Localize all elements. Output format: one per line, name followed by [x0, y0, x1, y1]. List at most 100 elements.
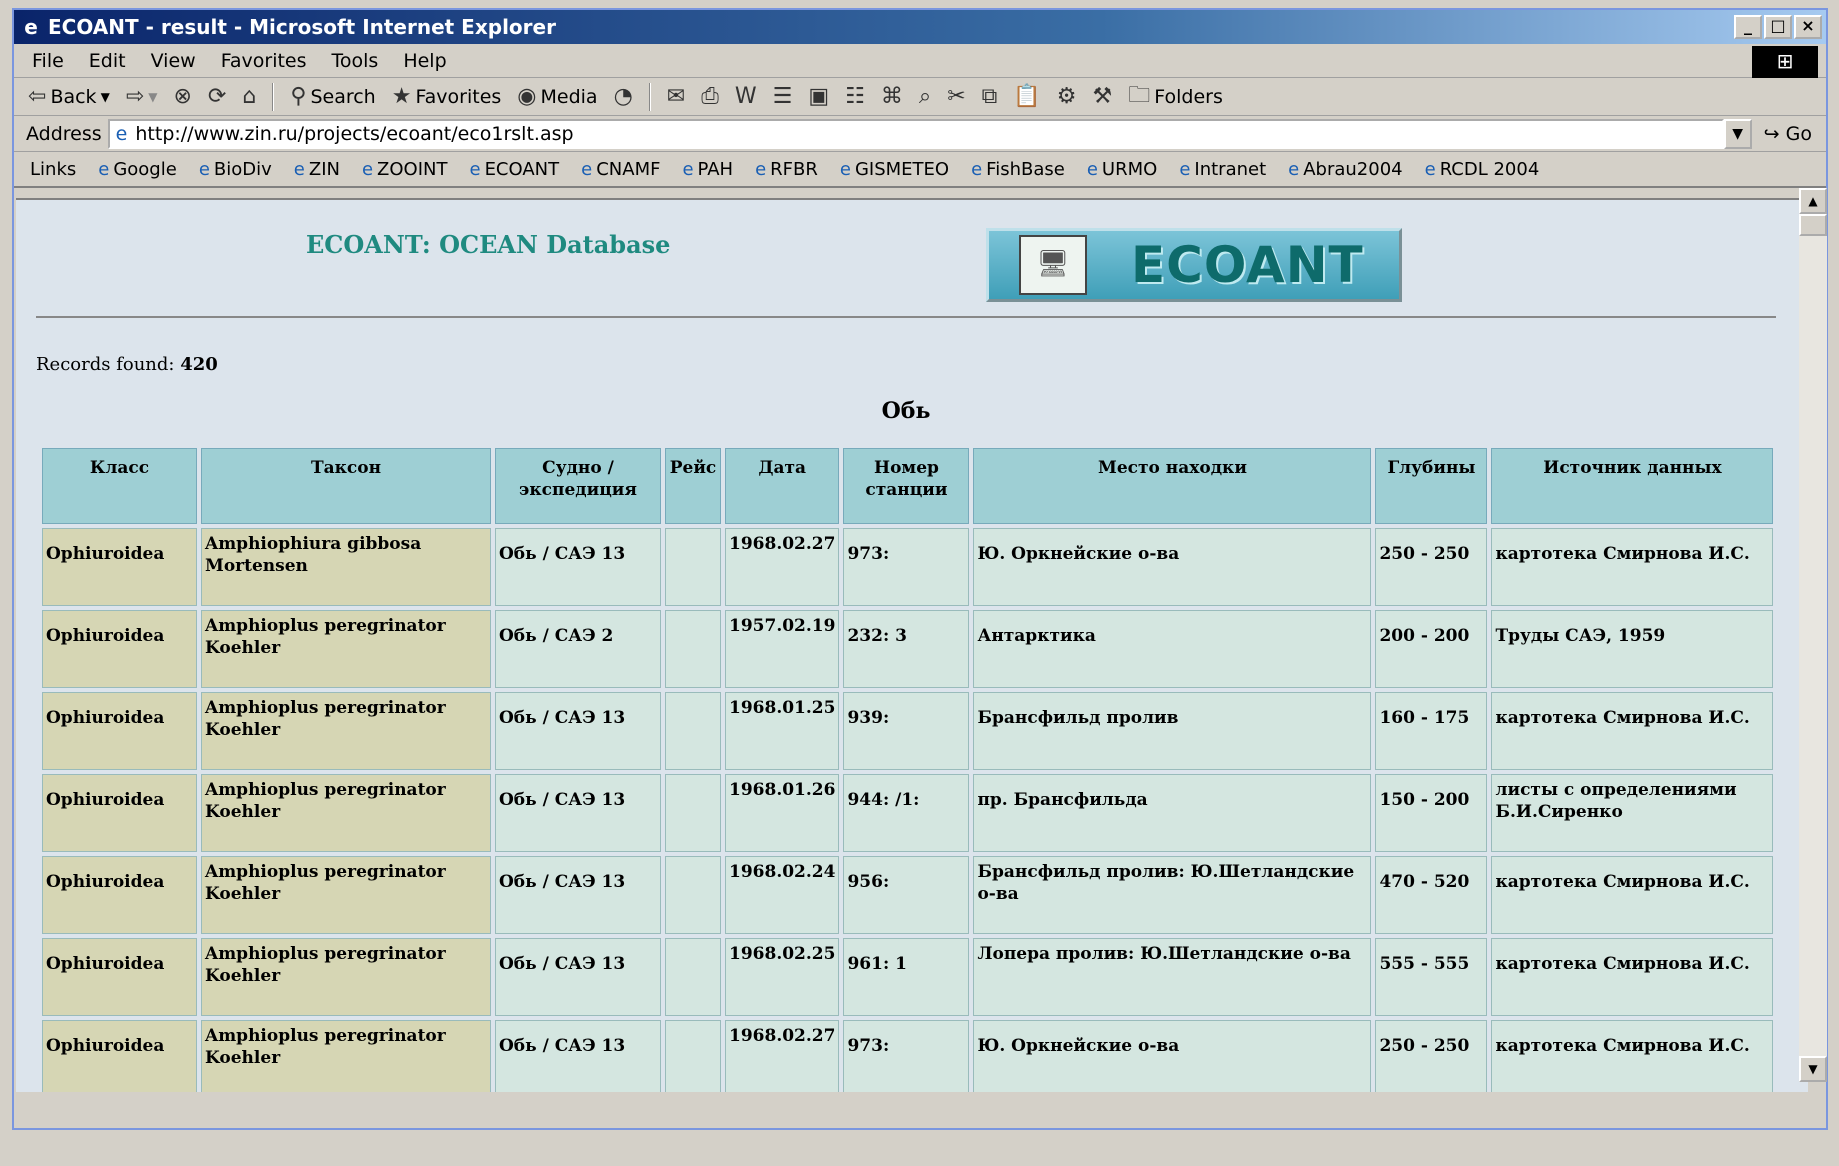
maximize-button[interactable]: □	[1764, 15, 1792, 39]
network-button[interactable]: ⚙	[1053, 84, 1081, 109]
link-cnamf[interactable]: e CNAMF	[581, 159, 660, 180]
link-label: RCDL 2004	[1439, 158, 1540, 180]
cell-vessel-text: Обь / САЭ 13	[499, 544, 626, 564]
tool-icon: ⚒	[1092, 84, 1113, 109]
list-button[interactable]: ☷	[841, 84, 869, 109]
chevron-down-icon[interactable]: ▼	[148, 90, 157, 104]
cell-location: Брансфильд пролив: Ю.Шетландские о-ва	[973, 856, 1372, 934]
copy-button[interactable]: ⧉	[978, 84, 1002, 109]
ie-page-icon: e	[971, 158, 983, 180]
link-biodiv[interactable]: e BioDiv	[199, 159, 272, 180]
discuss-button[interactable]: ☰	[769, 84, 797, 109]
cell-station: 939:	[843, 692, 970, 770]
toolbar-separator	[272, 82, 275, 111]
folders-button[interactable]: 🗀 Folders	[1124, 78, 1227, 116]
link-urmo[interactable]: e URMO	[1087, 159, 1157, 180]
menu-help[interactable]: Help	[403, 50, 446, 72]
cell-class-text: Ophiuroidea	[46, 872, 165, 892]
link-zin[interactable]: e ZIN	[294, 159, 340, 180]
stop-button[interactable]: ⊗	[169, 84, 195, 109]
cell-vessel-text: Обь / САЭ 2	[499, 626, 614, 646]
discuss-icon: ☰	[772, 84, 793, 109]
cell-source: Труды САЭ, 1959	[1491, 610, 1774, 688]
cell-date: 1957.02.19	[725, 610, 840, 688]
menu-favorites[interactable]: Favorites	[221, 50, 307, 72]
edit-button[interactable]: W	[731, 84, 761, 109]
scroll-up-button[interactable]: ▲	[1799, 188, 1827, 214]
back-button[interactable]: ⇦ Back ▼	[24, 84, 114, 109]
cell-source: картотека Смирнова И.С.	[1491, 856, 1774, 934]
cell-vessel-text: Обь / САЭ 13	[499, 708, 626, 728]
close-button[interactable]: ×	[1794, 15, 1822, 39]
link-fishbase[interactable]: e FishBase	[971, 159, 1065, 180]
chevron-down-icon[interactable]: ▼	[101, 90, 110, 104]
link-abrau2004[interactable]: e Abrau2004	[1288, 159, 1402, 180]
translate-button[interactable]: ⌘	[877, 84, 907, 109]
vertical-scrollbar[interactable]: ▲ ▼	[1799, 188, 1827, 1082]
cell-date: 1968.02.27	[725, 1020, 840, 1092]
cell-taxon: Amphiophiura gibbosa Mortensen	[201, 528, 491, 606]
menu-file[interactable]: File	[32, 50, 64, 72]
cell-depth-text: 250 - 250	[1379, 544, 1470, 564]
link-pah[interactable]: e PAH	[682, 159, 733, 180]
address-input[interactable]: e http://www.zin.ru/projects/ecoant/eco1…	[107, 118, 1724, 149]
link-google[interactable]: e Google	[98, 159, 177, 180]
results-table: Класс Таксон Судно / экспедиция Рейс Дат…	[38, 444, 1778, 1092]
menu-edit[interactable]: Edit	[89, 50, 126, 72]
go-button[interactable]: ↪ Go	[1764, 123, 1812, 145]
tool-button[interactable]: ⚒	[1088, 84, 1116, 109]
cell-cruise	[665, 774, 721, 852]
cell-station: 232: 3	[843, 610, 970, 688]
home-button[interactable]: ⌂	[238, 84, 260, 109]
cell-class: Ophiuroidea	[42, 1020, 197, 1092]
page-icon: e	[115, 122, 128, 145]
cut-button[interactable]: ✂	[943, 84, 969, 109]
ie-page-icon: e	[755, 158, 767, 180]
window-title: ECOANT - result - Microsoft Internet Exp…	[48, 15, 556, 39]
print-button[interactable]: ⎙	[697, 84, 723, 109]
cell-location: Брансфильд пролив	[973, 692, 1372, 770]
cell-source-text: картотека Смирнова И.С.	[1495, 872, 1750, 892]
browser-window: e ECOANT - result - Microsoft Internet E…	[12, 8, 1828, 1130]
media-button[interactable]: ◉ Media	[513, 84, 601, 109]
search-button[interactable]: ⚲ Search	[286, 84, 379, 109]
address-url: http://www.zin.ru/projects/ecoant/eco1rs…	[135, 122, 574, 145]
history-button[interactable]: ◔	[610, 84, 637, 109]
forward-button[interactable]: ⇨ ▼	[122, 84, 162, 109]
cell-station: 961: 1	[843, 938, 970, 1016]
cell-station-text: 973:	[847, 544, 890, 564]
header-location: Место находки	[973, 448, 1372, 524]
mail-button[interactable]: ✉	[663, 84, 689, 109]
menu-tools[interactable]: Tools	[332, 50, 379, 72]
copy-icon: ⧉	[981, 84, 998, 109]
preview-button[interactable]: ⌕	[915, 84, 935, 109]
ie-page-icon: e	[839, 158, 851, 180]
cell-depth-text: 555 - 555	[1379, 954, 1470, 974]
link-rfbr[interactable]: e RFBR	[755, 159, 818, 180]
minimize-button[interactable]: _	[1734, 15, 1762, 39]
link-zooint[interactable]: e ZOOINT	[362, 159, 448, 180]
address-label: Address	[26, 122, 102, 145]
menu-view[interactable]: View	[151, 50, 196, 72]
cell-location-text: Ю. Оркнейские о-ва	[977, 1036, 1180, 1056]
link-ecoant[interactable]: e ECOANT	[469, 159, 559, 180]
link-label: PAH	[697, 158, 734, 180]
link-gismeteo[interactable]: e GISMETEO	[840, 159, 949, 180]
cell-vessel: Обь / САЭ 13	[495, 528, 661, 606]
address-dropdown-button[interactable]: ▼	[1723, 118, 1752, 149]
window-button[interactable]: ▣	[804, 84, 833, 109]
link-intranet[interactable]: e Intranet	[1179, 159, 1266, 180]
ie-page-icon: e	[1424, 158, 1436, 180]
link-rcdl2004[interactable]: e RCDL 2004	[1425, 159, 1540, 180]
cell-location-text: Ю. Оркнейские о-ва	[977, 544, 1180, 564]
cell-taxon-text: Amphioplus peregrinator Koehler	[205, 1026, 446, 1068]
scroll-thumb[interactable]	[1799, 214, 1827, 236]
cell-location-text: Брансфильд пролив	[977, 708, 1179, 728]
cell-taxon: Amphioplus peregrinator Koehler	[201, 692, 491, 770]
cell-depth-text: 200 - 200	[1379, 626, 1470, 646]
table-row: Ophiuroidea Amphioplus peregrinator Koehl…	[42, 692, 1774, 770]
favorites-button[interactable]: ★ Favorites	[388, 84, 506, 109]
scroll-down-button[interactable]: ▼	[1799, 1056, 1827, 1082]
refresh-button[interactable]: ⟳	[204, 84, 230, 109]
paste-button[interactable]: 📋	[1009, 84, 1044, 109]
